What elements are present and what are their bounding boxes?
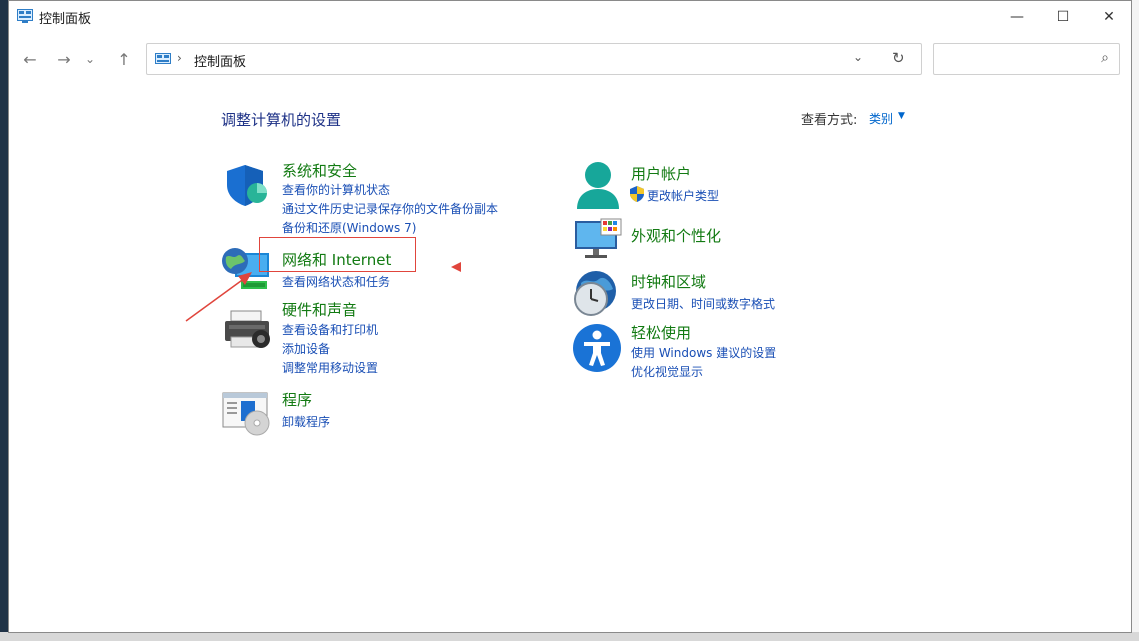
category-system-security[interactable]: 系统和安全: [282, 160, 357, 181]
window-title: 控制面板: [39, 12, 92, 27]
page-title: 调整计算机的设置: [221, 111, 342, 129]
forward-arrow-icon: →: [57, 49, 71, 69]
link-mobility-settings[interactable]: 调整常用移动设置: [282, 359, 378, 376]
uac-shield-icon: [630, 186, 644, 202]
minimize-icon: —: [1010, 9, 1024, 25]
search-input[interactable]: ⌕: [933, 43, 1120, 75]
maximize-button[interactable]: ☐: [1040, 1, 1086, 33]
link-devices-printers[interactable]: 查看设备和打印机: [282, 321, 378, 338]
title-bar: 控制面板 — ☐ ✕: [9, 1, 1131, 33]
address-bar[interactable]: › 控制面板 ⌄ ↻: [146, 43, 922, 75]
close-button[interactable]: ✕: [1086, 1, 1132, 33]
accessibility-icon[interactable]: [572, 323, 622, 373]
printer-icon[interactable]: [223, 307, 273, 353]
clock-globe-icon[interactable]: [571, 269, 621, 319]
category-hardware-sound[interactable]: 硬件和声音: [282, 299, 357, 320]
link-check-status[interactable]: 查看你的计算机状态: [282, 181, 390, 198]
link-windows-suggested-settings[interactable]: 使用 Windows 建议的设置: [631, 344, 776, 361]
category-appearance-personalization[interactable]: 外观和个性化: [631, 225, 721, 246]
caret-down-icon[interactable]: ▼: [898, 111, 905, 121]
view-by-label: 查看方式:: [801, 113, 858, 128]
address-dropdown-icon[interactable]: ⌄: [853, 50, 863, 64]
forward-button[interactable]: →: [52, 47, 76, 71]
link-backup-restore[interactable]: 备份和还原(Windows 7): [282, 219, 416, 236]
link-add-device[interactable]: 添加设备: [282, 340, 330, 357]
link-file-history[interactable]: 通过文件历史记录保存你的文件备份副本: [282, 200, 498, 217]
maximize-icon: ☐: [1056, 9, 1070, 25]
search-icon[interactable]: ⌕: [1101, 50, 1109, 66]
link-date-time-format[interactable]: 更改日期、时间或数字格式: [631, 295, 775, 312]
control-panel-window: 控制面板 — ☐ ✕ ← → ⌄ ↑ › 控制面板 ⌄ ↻ ⌕ 调整计算机的设置…: [8, 0, 1132, 633]
category-user-accounts[interactable]: 用户帐户: [631, 163, 691, 184]
up-button[interactable]: ↑: [112, 47, 136, 71]
user-icon[interactable]: [575, 161, 621, 211]
desktop-background-bottom: [0, 632, 1139, 641]
link-uninstall-program[interactable]: 卸载程序: [282, 413, 330, 430]
chevron-down-icon: ⌄: [84, 52, 96, 66]
highlight-box: [259, 237, 416, 272]
category-programs[interactable]: 程序: [282, 389, 312, 410]
category-clock-region[interactable]: 时钟和区域: [631, 271, 706, 292]
shield-icon[interactable]: [223, 161, 271, 209]
desktop-background-right: [1131, 0, 1139, 641]
control-panel-icon: [155, 53, 171, 64]
control-panel-icon: [17, 9, 33, 23]
breadcrumb[interactable]: 控制面板: [194, 51, 246, 70]
view-by-dropdown[interactable]: 类别: [869, 110, 893, 127]
programs-icon[interactable]: [221, 391, 271, 437]
navigation-bar: ← → ⌄ ↑ › 控制面板 ⌄ ↻ ⌕: [9, 41, 1131, 77]
category-ease-of-access[interactable]: 轻松使用: [631, 322, 691, 343]
recent-locations-button[interactable]: ⌄: [83, 47, 97, 71]
minimize-button[interactable]: —: [994, 1, 1040, 33]
up-arrow-icon: ↑: [117, 49, 131, 69]
monitor-icon[interactable]: [573, 217, 623, 261]
breadcrumb-separator[interactable]: ›: [177, 51, 182, 65]
close-icon: ✕: [1103, 9, 1115, 25]
link-change-account-type[interactable]: 更改帐户类型: [647, 187, 719, 204]
link-network-status[interactable]: 查看网络状态和任务: [282, 273, 390, 290]
link-optimize-visual-display[interactable]: 优化视觉显示: [631, 363, 703, 380]
back-arrow-icon: ←: [23, 49, 37, 69]
refresh-icon[interactable]: ↻: [892, 49, 905, 67]
back-button[interactable]: ←: [18, 47, 42, 71]
